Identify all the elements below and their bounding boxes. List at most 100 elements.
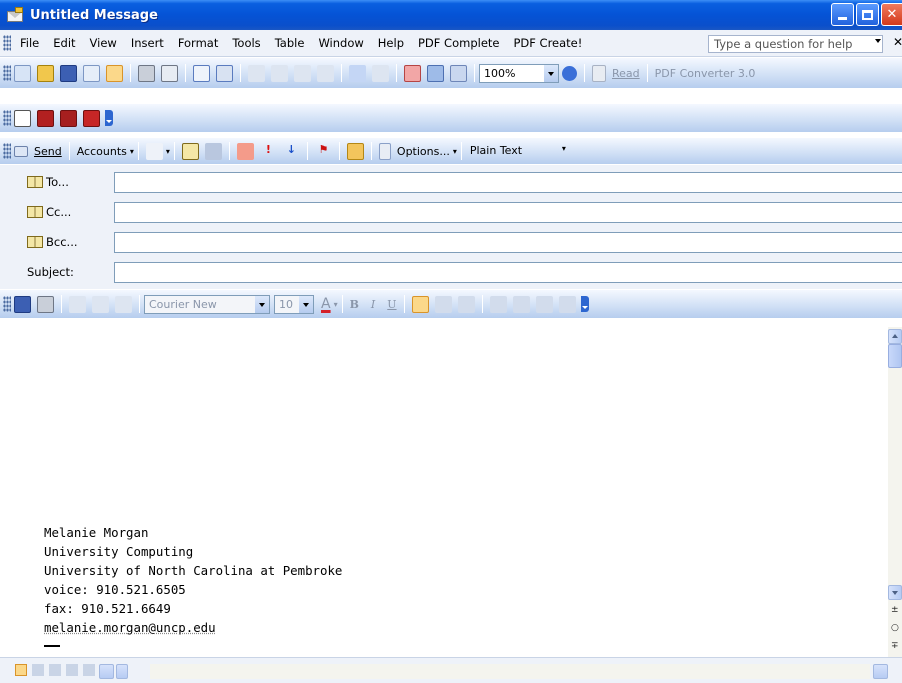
- pdf-create-icon[interactable]: [37, 109, 54, 127]
- paste-icon[interactable]: [294, 64, 311, 82]
- research-icon[interactable]: [216, 64, 233, 82]
- font-size-select[interactable]: 10: [274, 294, 314, 314]
- save-icon[interactable]: [60, 64, 77, 82]
- menu-pdf-create[interactable]: PDF Create!: [506, 36, 589, 50]
- spelling-icon[interactable]: [193, 64, 210, 82]
- align-right-icon[interactable]: [457, 295, 475, 313]
- subject-input[interactable]: [114, 261, 902, 283]
- increase-indent-icon[interactable]: [558, 295, 576, 313]
- to-input[interactable]: [114, 171, 902, 193]
- font-color-icon[interactable]: A: [318, 296, 334, 312]
- message-body[interactable]: Melanie Morgan University Computing Univer…: [15, 327, 888, 657]
- reading-layout-icon[interactable]: [83, 664, 95, 676]
- paste-icon[interactable]: [115, 295, 132, 313]
- accounts-dropdown-icon[interactable]: ▾: [130, 147, 134, 156]
- redo-icon[interactable]: [372, 64, 389, 82]
- close-button[interactable]: ✕: [881, 3, 902, 26]
- print-icon[interactable]: [37, 295, 54, 313]
- scroll-left-button[interactable]: [99, 664, 114, 679]
- toolbar-grip[interactable]: [3, 110, 11, 126]
- accounts-button[interactable]: Accounts: [74, 145, 130, 158]
- underline-button[interactable]: U: [384, 298, 399, 311]
- address-book-icon[interactable]: [181, 142, 199, 160]
- previous-page-icon[interactable]: ±: [891, 605, 899, 615]
- options-button[interactable]: Options...: [394, 145, 453, 158]
- align-left-icon[interactable]: [411, 295, 429, 313]
- attach-dropdown-icon[interactable]: ▾: [166, 147, 170, 156]
- horizontal-scroll-thumb[interactable]: [116, 664, 128, 679]
- bcc-input[interactable]: [114, 231, 902, 253]
- print-preview-icon[interactable]: [161, 64, 178, 82]
- menu-format[interactable]: Format: [171, 36, 226, 50]
- bold-button[interactable]: B: [347, 298, 362, 311]
- new-icon[interactable]: [14, 64, 31, 82]
- open-folder-icon[interactable]: [37, 64, 54, 82]
- follow-up-icon[interactable]: [236, 142, 254, 160]
- align-center-icon[interactable]: [434, 295, 452, 313]
- scroll-down-button[interactable]: [888, 585, 902, 600]
- hyperlink-icon[interactable]: [404, 64, 421, 82]
- scroll-thumb[interactable]: [888, 344, 902, 368]
- bullets-icon[interactable]: [512, 295, 530, 313]
- flag-icon[interactable]: ⚑: [315, 143, 332, 160]
- normal-view-icon[interactable]: [15, 664, 27, 676]
- menu-pdf-complete[interactable]: PDF Complete: [411, 36, 506, 50]
- format-painter-icon[interactable]: [317, 64, 334, 82]
- send-button[interactable]: Send: [31, 145, 65, 158]
- signature-email[interactable]: melanie.morgan@uncp.edu: [44, 618, 342, 637]
- print-layout-icon[interactable]: [49, 664, 61, 676]
- cc-button[interactable]: Cc...: [0, 205, 113, 219]
- copy-icon[interactable]: [92, 295, 109, 313]
- save-icon[interactable]: [14, 295, 31, 313]
- font-size-dropdown-icon[interactable]: [299, 295, 313, 313]
- next-page-icon[interactable]: ∓: [891, 641, 899, 651]
- bcc-button[interactable]: Bcc...: [0, 235, 113, 249]
- undo-icon[interactable]: [349, 64, 366, 82]
- close-document-icon[interactable]: ✕: [893, 35, 902, 49]
- toolbar-grip[interactable]: [3, 143, 11, 159]
- check-names-icon[interactable]: [204, 142, 222, 160]
- scroll-right-button[interactable]: [873, 664, 888, 679]
- format-dropdown-icon[interactable]: ▾: [562, 144, 566, 153]
- print-icon[interactable]: [138, 64, 155, 82]
- tables-borders-icon[interactable]: [427, 64, 444, 82]
- pdf-email-icon[interactable]: [60, 109, 77, 127]
- menu-window[interactable]: Window: [311, 36, 370, 50]
- toolbar-options-icon[interactable]: [580, 296, 589, 312]
- maximize-button[interactable]: [856, 3, 879, 26]
- pdf-settings-icon[interactable]: [83, 109, 100, 127]
- toolbar-options-icon[interactable]: [105, 110, 113, 126]
- to-button[interactable]: To...: [0, 175, 113, 189]
- paperclip-icon[interactable]: [145, 142, 163, 160]
- menu-edit[interactable]: Edit: [46, 36, 82, 50]
- cc-input[interactable]: [114, 201, 902, 223]
- vertical-scrollbar[interactable]: ± ○ ∓: [888, 327, 902, 657]
- web-layout-icon[interactable]: [32, 664, 44, 676]
- cut-icon[interactable]: [248, 64, 265, 82]
- menu-tools[interactable]: Tools: [225, 36, 267, 50]
- minimize-button[interactable]: [831, 3, 854, 26]
- decrease-indent-icon[interactable]: [535, 295, 553, 313]
- font-select[interactable]: Courier New: [144, 294, 270, 314]
- menu-help[interactable]: Help: [371, 36, 411, 50]
- insert-table-icon[interactable]: [450, 64, 467, 82]
- copy-icon[interactable]: [271, 64, 288, 82]
- high-importance-icon[interactable]: !: [260, 143, 277, 160]
- read-icon[interactable]: [592, 64, 606, 82]
- zoom-dropdown-icon[interactable]: [544, 64, 558, 82]
- pdf-converter-button[interactable]: PDF Converter 3.0: [652, 67, 759, 80]
- menu-table[interactable]: Table: [268, 36, 312, 50]
- low-importance-icon[interactable]: ↓: [283, 143, 300, 160]
- permission-envelope-icon[interactable]: [346, 142, 364, 160]
- browse-object-icon[interactable]: ○: [891, 623, 899, 633]
- attach-file-icon[interactable]: [106, 64, 123, 82]
- permission-icon[interactable]: [83, 64, 100, 82]
- numbering-icon[interactable]: [489, 295, 507, 313]
- help-icon[interactable]: [562, 65, 577, 81]
- toolbar-grip[interactable]: [3, 65, 11, 81]
- zoom-select[interactable]: 100%: [479, 63, 559, 83]
- options-dropdown-icon[interactable]: ▾: [453, 147, 457, 156]
- menu-file[interactable]: File: [13, 36, 46, 50]
- toolbar-grip[interactable]: [3, 35, 11, 51]
- read-button[interactable]: Read: [609, 67, 643, 80]
